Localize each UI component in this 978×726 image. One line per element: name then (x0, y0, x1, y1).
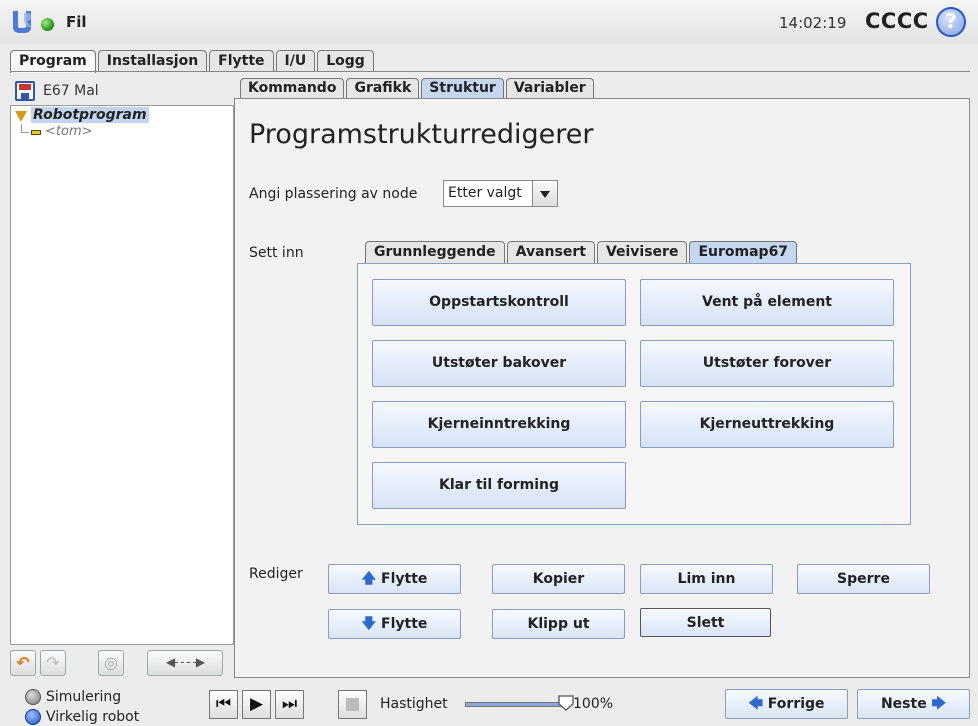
expand-tree-icon[interactable]: ◀- - - -▶ (147, 650, 223, 676)
previous-button[interactable]: 🡄 Forrige (725, 689, 848, 719)
wait-for-element-button[interactable]: Vent på element (640, 279, 894, 326)
redo-icon[interactable]: ↷ (40, 650, 66, 676)
previous-label: Forrige (767, 696, 825, 712)
step-forward-icon[interactable]: ⏭ (275, 690, 304, 719)
speed-slider[interactable] (465, 702, 568, 707)
program-tree-pane: E67 Mal Robotprogram <tom> ↶ ↷ ◎ ◀- - - … (10, 78, 234, 678)
tree-connector (21, 124, 29, 133)
insert-panel: Oppstartskontroll Vent på element Utstøt… (357, 263, 911, 525)
skip-to-start-icon[interactable]: ⏮ (209, 690, 238, 719)
tab-flytte[interactable]: Flytte (209, 50, 274, 72)
robot-name: CCCC (865, 9, 929, 33)
tree-node-empty[interactable]: <tom> (21, 124, 161, 140)
startup-check-button[interactable]: Oppstartskontroll (372, 279, 626, 326)
status-indicator-icon (41, 18, 54, 31)
tab-variabler[interactable]: Variabler (505, 78, 594, 99)
position-label: Angi plassering av node (249, 186, 418, 202)
move-down-label: Flytte (381, 616, 428, 632)
speed-value: 100% (573, 696, 614, 712)
tab-divider (10, 71, 970, 72)
stop-icon[interactable]: ■ (338, 690, 367, 719)
arrow-left-icon: 🡄 (748, 696, 763, 712)
tab-iu[interactable]: I/U (275, 50, 316, 72)
save-icon[interactable] (15, 81, 35, 101)
edit-label: Rediger (249, 566, 303, 582)
next-label: Neste (880, 696, 927, 712)
tab-logg[interactable]: Logg (317, 50, 374, 72)
paste-button[interactable]: Lim inn (640, 564, 773, 594)
insert-tabs: Grunnleggende Avansert Veivisere Euromap… (365, 241, 799, 263)
file-menu[interactable]: Fil (66, 13, 87, 31)
copy-button[interactable]: Kopier (492, 564, 625, 594)
undo-icon[interactable]: ↶ (10, 650, 36, 676)
clock: 14:02:19 (779, 14, 847, 32)
ready-for-molding-button[interactable]: Klar til forming (372, 462, 626, 509)
real-robot-radio[interactable] (25, 709, 41, 725)
ejector-forward-button[interactable]: Utstøter forover (640, 340, 894, 387)
arrow-right-icon: 🡆 (931, 696, 947, 712)
play-icon[interactable]: ▶ (242, 690, 271, 719)
tree-root-label: Robotprogram (31, 107, 149, 123)
position-select[interactable]: Etter valgt (443, 180, 558, 207)
program-sub-tabs: Kommando Grafikk Struktur Variabler (240, 78, 596, 99)
page-title: Programstrukturredigerer (249, 119, 594, 150)
tab-grafikk[interactable]: Grafikk (346, 78, 420, 99)
tab-euromap67[interactable]: Euromap67 (689, 241, 798, 263)
tab-program[interactable]: Program (10, 50, 96, 73)
arrow-down-icon: 🡇 (361, 616, 377, 632)
chevron-down-icon[interactable] (532, 181, 557, 206)
delete-button[interactable]: Slett (640, 608, 771, 637)
help-icon[interactable]: ? (936, 7, 966, 37)
insert-label: Sett inn (249, 245, 304, 261)
main-tabs: Program Installasjon Flytte I/U Logg (10, 50, 376, 73)
speed-label: Hastighet (380, 696, 448, 712)
program-title-bar: E67 Mal (10, 78, 234, 104)
core-pull-in-button[interactable]: Kjerneinntrekking (372, 401, 626, 448)
real-robot-label: Virkelig robot (46, 709, 140, 725)
move-down-button[interactable]: 🡇 Flytte (328, 609, 461, 639)
simulation-label: Simulering (46, 689, 122, 705)
tree-toolbar: ↶ ↷ ◎ ◀- - - -▶ (10, 648, 234, 676)
tab-kommando[interactable]: Kommando (240, 78, 345, 99)
tree-child-label: <tom> (45, 124, 93, 139)
tab-installasjon[interactable]: Installasjon (97, 50, 208, 72)
position-select-value: Etter valgt (448, 185, 522, 201)
tree-expand-icon[interactable] (15, 111, 27, 122)
core-pull-out-button[interactable]: Kjerneuttrekking (640, 401, 894, 448)
cut-button[interactable]: Klipp ut (492, 609, 625, 639)
arrow-up-icon: 🡅 (361, 571, 377, 587)
ur-logo-icon (13, 11, 31, 33)
top-bar: Fil 14:02:19 CCCC ? (0, 0, 978, 44)
skip-icon[interactable]: ◎ (98, 650, 124, 676)
structure-editor: Programstrukturredigerer Angi plassering… (234, 98, 970, 678)
tab-avansert[interactable]: Avansert (506, 241, 595, 263)
empty-node-icon (31, 130, 41, 135)
program-name: E67 Mal (43, 83, 99, 99)
tab-struktur[interactable]: Struktur (421, 78, 504, 99)
simulation-radio[interactable] (25, 689, 41, 705)
tab-veivisere[interactable]: Veivisere (596, 241, 688, 263)
move-up-button[interactable]: 🡅 Flytte (328, 564, 461, 594)
speed-slider-fill (466, 703, 567, 706)
program-tree[interactable]: Robotprogram <tom> (10, 105, 234, 645)
suppress-button[interactable]: Sperre (797, 564, 930, 594)
bottom-bar: Simulering Virkelig robot ⏮ ▶ ⏭ ■ Hastig… (0, 680, 978, 726)
tab-grunnleggende[interactable]: Grunnleggende (365, 241, 505, 263)
ejector-back-button[interactable]: Utstøter bakover (372, 340, 626, 387)
move-up-label: Flytte (381, 571, 428, 587)
next-button[interactable]: Neste 🡆 (857, 689, 970, 719)
